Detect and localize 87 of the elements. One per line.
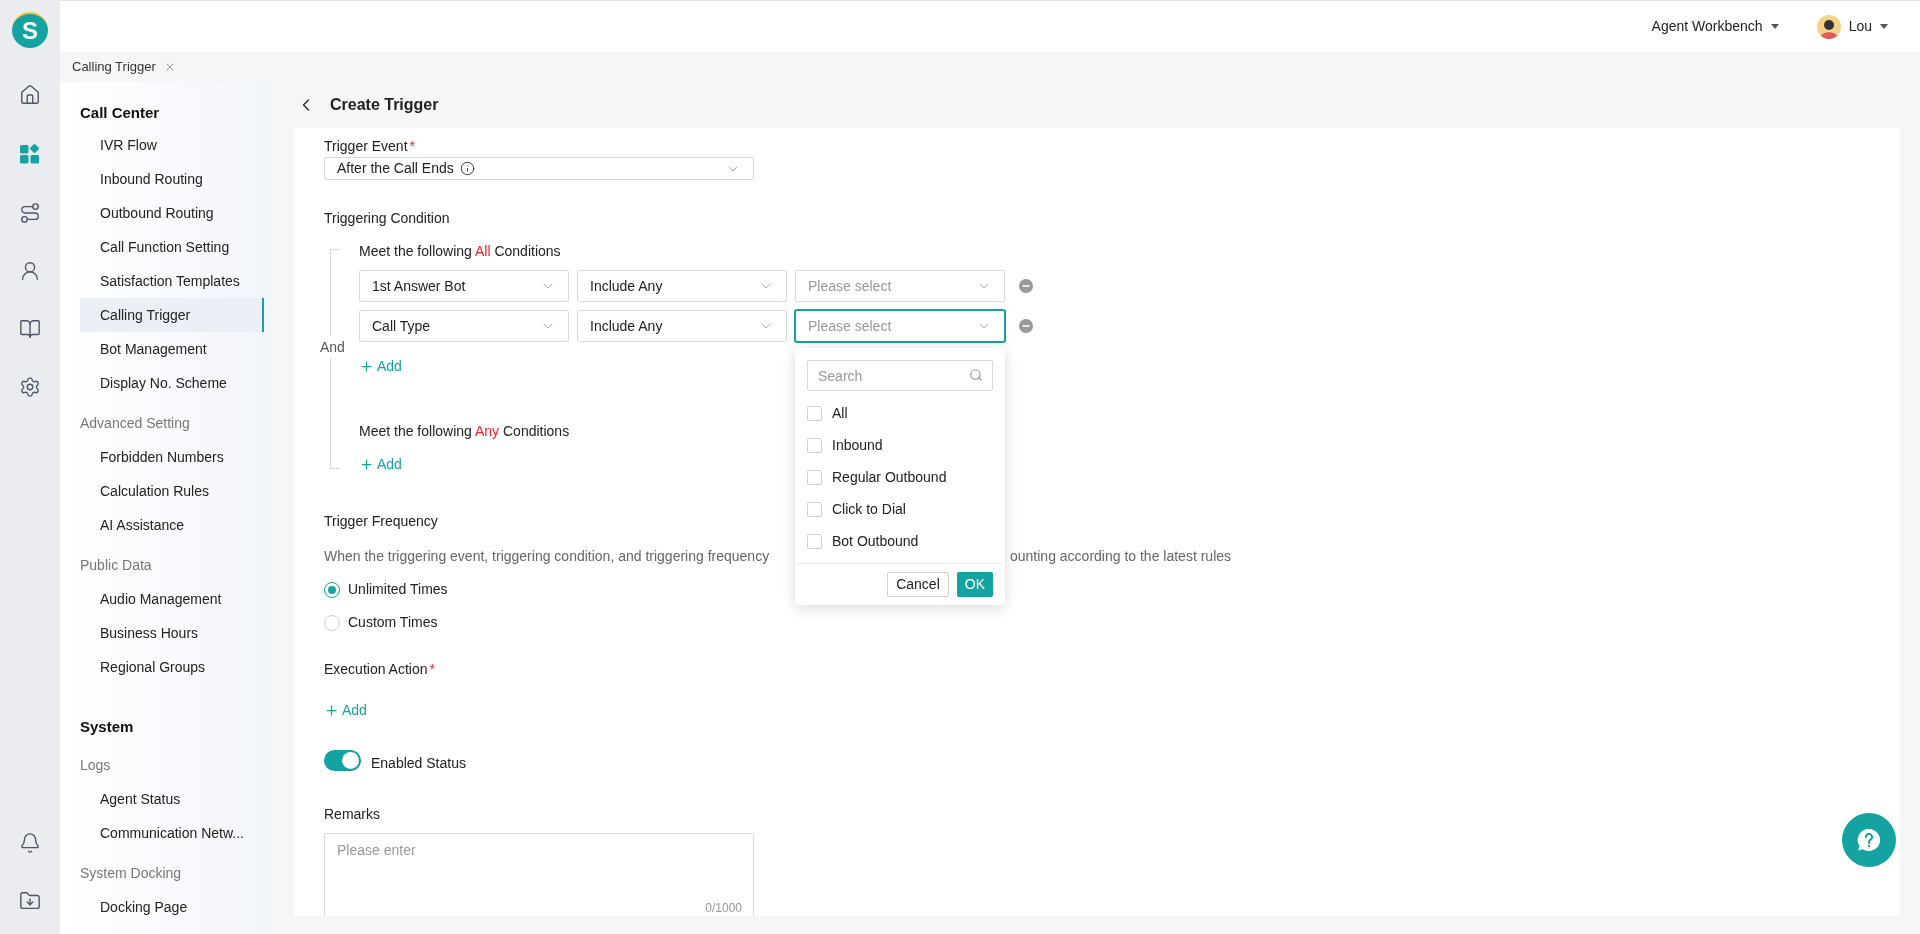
remove-icon[interactable] — [1019, 279, 1033, 293]
sidebar-item[interactable]: IVR Flow — [80, 128, 264, 162]
group-heading: Meet the following All Conditions — [359, 242, 562, 261]
sidebar-item[interactable]: Outbound Routing — [80, 196, 264, 230]
sidebar-item[interactable]: Docking Page — [80, 890, 264, 924]
remove-icon[interactable] — [1019, 319, 1033, 333]
select-value: 1st Answer Bot — [372, 276, 466, 296]
section-label: Triggering Condition — [324, 209, 450, 228]
option-label[interactable]: Bot Outbound — [832, 530, 919, 552]
checkbox[interactable] — [807, 533, 822, 549]
select-placeholder: Please select — [808, 276, 892, 296]
sidebar-item[interactable]: Agent Status — [80, 782, 264, 816]
info-icon — [459, 161, 475, 176]
sidebar-item[interactable]: Satisfaction Templates — [80, 264, 264, 298]
joiner-label: And — [320, 337, 345, 358]
section-label: Trigger Frequency — [324, 512, 438, 531]
folder-download-icon[interactable] — [19, 890, 41, 912]
sidebar-item[interactable]: Forbidden Numbers — [80, 440, 264, 474]
sidebar-item[interactable]: Inbound Routing — [80, 162, 264, 196]
field-label: Trigger Event — [324, 137, 408, 156]
option-label[interactable]: Regular Outbound — [832, 466, 947, 488]
select-value: Call Type — [372, 316, 431, 336]
required-mark: * — [429, 660, 435, 679]
sidebar-item[interactable]: AI Assistance — [80, 508, 264, 542]
plus-icon — [359, 457, 374, 472]
sidebar-item[interactable]: Bot Management — [80, 332, 264, 366]
avatar — [1816, 14, 1841, 39]
plus-icon — [324, 703, 339, 718]
search-icon — [969, 368, 983, 382]
select-placeholder: Please select — [808, 316, 892, 336]
group-title: Logs — [80, 755, 112, 775]
radio-label[interactable]: Custom Times — [348, 612, 438, 633]
description-text: ounting according to the latest rules — [1009, 547, 1232, 566]
group-title: System Docking — [80, 863, 183, 883]
page-title: Create Trigger — [330, 95, 439, 115]
select-value: Include Any — [590, 316, 663, 336]
checkbox[interactable] — [807, 437, 822, 453]
radio-label[interactable]: Unlimited Times — [348, 579, 448, 600]
option-label[interactable]: Inbound — [832, 434, 883, 456]
settings-icon[interactable] — [19, 376, 41, 398]
person-icon[interactable] — [19, 260, 41, 282]
module-title: System — [80, 716, 135, 737]
select-field[interactable]: Call Type — [359, 310, 569, 342]
caret-icon — [1770, 24, 1779, 29]
select-field[interactable]: Include Any — [577, 310, 787, 342]
toggle-label: Enabled Status — [371, 754, 466, 773]
book-icon[interactable] — [19, 318, 41, 340]
select-field[interactable]: Include Any — [577, 270, 787, 302]
search-field[interactable]: Search — [807, 360, 993, 391]
page-tab[interactable]: Calling Trigger — [72, 57, 176, 77]
group-title: Advanced Setting — [80, 413, 191, 433]
sidebar-item[interactable]: Audio Management — [80, 582, 264, 616]
bell-icon[interactable] — [19, 832, 41, 854]
option-label[interactable]: Click to Dial — [832, 498, 906, 520]
option-label[interactable]: All — [832, 402, 848, 424]
home-icon[interactable] — [19, 84, 41, 106]
required-mark: * — [409, 137, 415, 156]
help-chat-icon — [1855, 826, 1883, 854]
select-value: Include Any — [590, 276, 663, 296]
checkbox[interactable] — [807, 405, 822, 421]
checkbox[interactable] — [807, 469, 822, 485]
select-field[interactable]: After the Call Ends — [324, 157, 754, 180]
select-field[interactable]: 1st Answer Bot — [359, 270, 569, 302]
module-title: Call Center — [80, 102, 161, 123]
section-label: Execution Action — [324, 660, 428, 679]
caret-icon — [1880, 24, 1888, 29]
toggle-switch[interactable] — [324, 750, 361, 771]
workspace-menu[interactable]: Agent Workbench — [1651, 16, 1779, 37]
checkbox[interactable] — [807, 501, 822, 517]
sidebar-item[interactable]: Business Hours — [80, 616, 264, 650]
user-menu[interactable]: Lou — [1816, 14, 1888, 39]
sidebar-item[interactable]: Regional Groups — [80, 650, 264, 684]
section-label: Remarks — [324, 805, 380, 824]
sidebar-item[interactable]: Display No. Scheme — [80, 366, 264, 400]
route-icon[interactable] — [19, 202, 41, 224]
sidebar-item[interactable]: Calculation Rules — [80, 474, 264, 508]
select-value: After the Call Ends — [337, 159, 454, 178]
sidebar-item[interactable]: Call Function Setting — [80, 230, 264, 264]
sidebar-item[interactable]: Communication Netw... — [80, 816, 264, 850]
apps-icon[interactable] — [18, 142, 42, 166]
char-counter: 0/1000 — [705, 900, 742, 916]
sidebar-item[interactable]: Calling Trigger — [80, 298, 264, 332]
cancel-button[interactable]: Cancel — [887, 572, 949, 597]
plus-icon — [359, 359, 374, 374]
description-text: When the triggering event, triggering condition, and triggering frequency — [324, 548, 770, 564]
group-heading: Meet the following Any Conditions — [359, 422, 571, 441]
group-title: Public Data — [80, 555, 153, 575]
